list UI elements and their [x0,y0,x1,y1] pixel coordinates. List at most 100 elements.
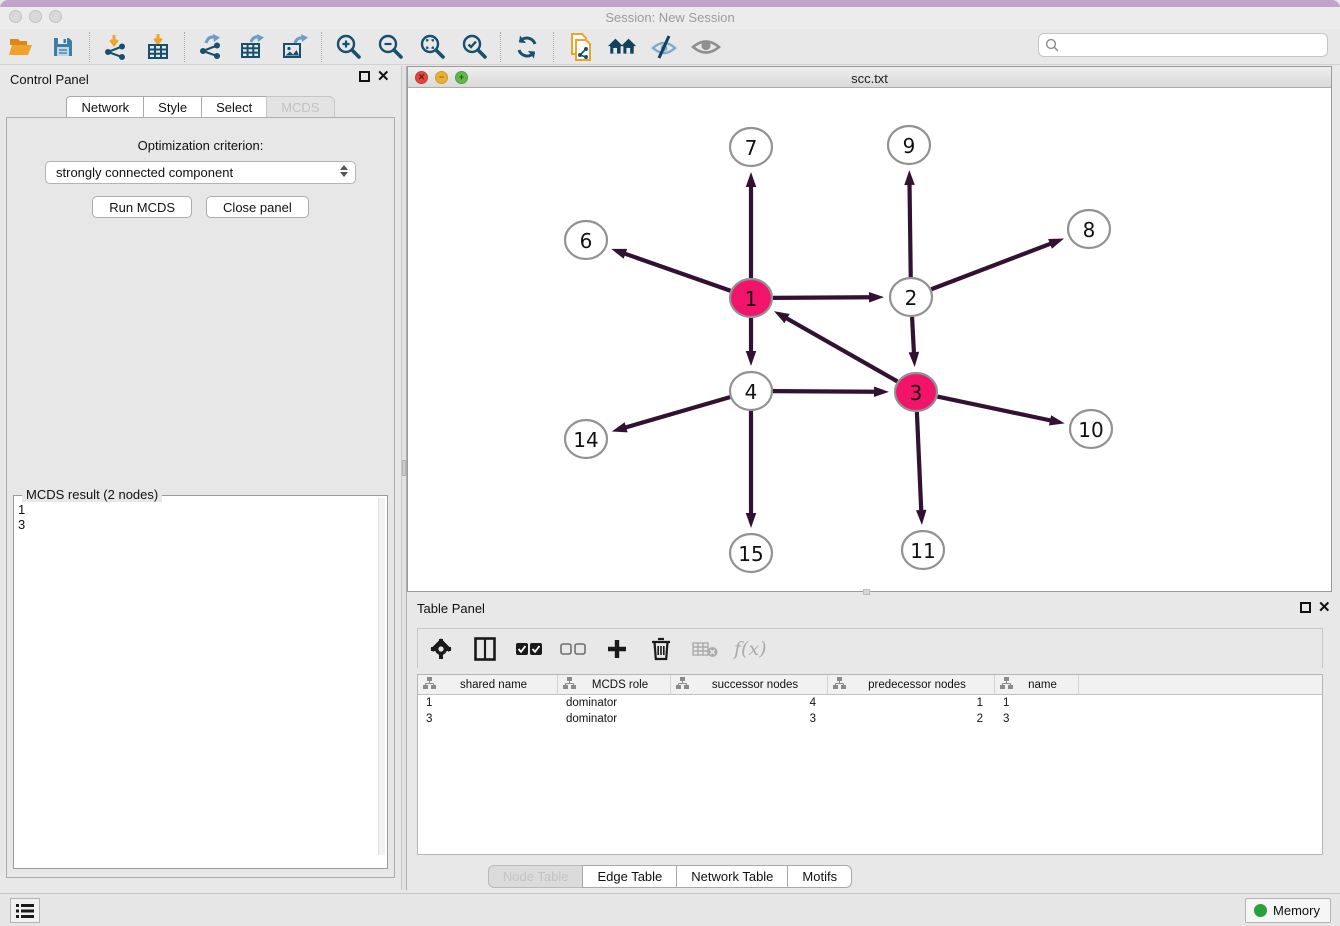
zoom-fit-icon[interactable] [417,32,447,62]
show-eye-icon[interactable] [691,32,721,62]
table-panel-float-icon[interactable] [1300,602,1311,613]
column-header-name[interactable]: name [995,675,1079,694]
graph-edge-3-1[interactable] [785,318,897,382]
edge-arrowhead [611,249,627,259]
memory-button[interactable]: Memory [1245,898,1331,923]
delete-table-icon[interactable] [690,634,720,664]
import-table-icon[interactable] [143,32,173,62]
zoom-out-icon[interactable] [375,32,405,62]
tab-network[interactable]: Network [66,96,143,119]
export-network-icon[interactable] [196,32,226,62]
search-icon [1045,38,1060,53]
criterion-selected-value: strongly connected component [56,165,233,180]
column-header-mcds-role[interactable]: MCDS role [558,675,671,694]
edge-arrowhead [746,172,757,187]
column-header-label: name [1013,679,1078,691]
edge-arrowhead [746,513,757,528]
edge-arrowhead [612,422,628,432]
status-bar: Memory [0,893,1340,926]
import-network-icon[interactable] [101,32,131,62]
hide-eye-icon[interactable] [649,32,679,62]
function-builder-icon[interactable]: f(x) [734,638,767,660]
table-panel-close-icon[interactable]: ✕ [1318,602,1331,613]
graph-edge-1-2[interactable] [773,297,871,298]
column-header-successor-nodes[interactable]: successor nodes [671,675,828,694]
search-field[interactable] [1038,33,1328,57]
table-cell: 3 [671,711,828,727]
graph-node-label: 8 [1083,218,1096,242]
graph-node-label: 14 [573,428,598,452]
control-panel-title: Control Panel [10,72,89,87]
table-header-row: shared nameMCDS rolesuccessor nodesprede… [418,675,1322,695]
network-canvas[interactable]: 7968124314101511 [408,88,1331,591]
task-history-button[interactable] [10,898,40,923]
graph-edge-2-9[interactable] [910,183,911,277]
add-row-icon[interactable] [602,634,632,664]
run-mcds-button[interactable]: Run MCDS [92,196,192,218]
save-session-icon[interactable] [48,32,78,62]
control-panel-float-icon[interactable] [359,71,370,82]
search-input[interactable] [1060,35,1327,55]
table-cell: 2 [828,711,995,727]
network-resize-handle[interactable] [863,589,870,595]
sort-hierarchy-icon [423,676,436,694]
tab-network-table[interactable]: Network Table [676,865,787,888]
tab-motifs[interactable]: Motifs [787,865,852,888]
open-session-icon[interactable] [6,32,36,62]
mcds-result-title: MCDS result (2 nodes) [22,487,162,502]
control-panel-header: Control Panel ✕ [0,66,401,92]
table-panel-title: Table Panel [417,601,485,616]
close-panel-button[interactable]: Close panel [206,196,309,218]
tab-style[interactable]: Style [143,96,201,119]
refresh-icon[interactable] [512,32,542,62]
zoom-selected-icon[interactable] [459,32,489,62]
edge-arrowhead [874,386,889,396]
edge-arrowhead [904,170,914,185]
graph-node-label: 6 [580,229,593,253]
graph-edge-2-3[interactable] [912,317,914,354]
criterion-select[interactable]: strongly connected component [45,161,356,184]
select-all-rows-icon[interactable] [514,634,544,664]
mcds-result-group: MCDS result (2 nodes) 1 3 [13,495,388,869]
table-row[interactable]: 1dominator411 [418,695,1322,711]
column-header-shared-name[interactable]: shared name [418,675,558,694]
toolbar-separator [89,32,90,62]
table-row[interactable]: 3dominator323 [418,711,1322,727]
export-image-icon[interactable] [280,32,310,62]
splitter-handle[interactable] [402,460,406,476]
graph-edge-3-11[interactable] [917,412,921,512]
table-panel-header: Table Panel ✕ [407,597,1340,621]
tab-select[interactable]: Select [201,96,266,119]
zoom-in-icon[interactable] [333,32,363,62]
graph-edge-1-6[interactable] [623,253,730,291]
edge-arrowhead [909,352,919,367]
control-panel-close-icon[interactable]: ✕ [377,71,390,82]
result-scrollbar[interactable] [378,498,385,855]
graph-edge-4-14[interactable] [624,397,730,428]
houses-icon[interactable] [607,32,637,62]
column-header-predecessor-nodes[interactable]: predecessor nodes [828,675,995,694]
column-visibility-icon[interactable] [470,634,500,664]
sort-hierarchy-icon [676,676,689,694]
graph-edge-3-10[interactable] [937,397,1052,421]
tab-node-table[interactable]: Node Table [488,865,583,888]
graph-edge-2-8[interactable] [931,243,1052,289]
node-table[interactable]: shared nameMCDS rolesuccessor nodesprede… [417,674,1323,855]
toolbar-separator [553,32,554,62]
network-window-titlebar[interactable]: ✕ − + scc.txt [408,67,1331,88]
edge-arrowhead [774,311,790,323]
graph-node-label: 1 [745,287,758,311]
table-tabs: Node TableEdge TableNetwork TableMotifs [0,865,1340,888]
toolbar-separator [500,32,501,62]
unselect-all-rows-icon[interactable] [558,634,588,664]
graph-node-label: 10 [1078,418,1103,442]
window-titlebar: Session: New Session [0,7,1340,29]
network-graph-svg: 7968124314101511 [408,88,1331,591]
clone-network-icon[interactable] [565,32,595,62]
table-settings-icon[interactable] [426,634,456,664]
tab-mcds[interactable]: MCDS [266,96,334,119]
export-table-icon[interactable] [238,32,268,62]
delete-row-icon[interactable] [646,634,676,664]
graph-edge-4-3[interactable] [773,391,876,392]
tab-edge-table[interactable]: Edge Table [582,865,676,888]
